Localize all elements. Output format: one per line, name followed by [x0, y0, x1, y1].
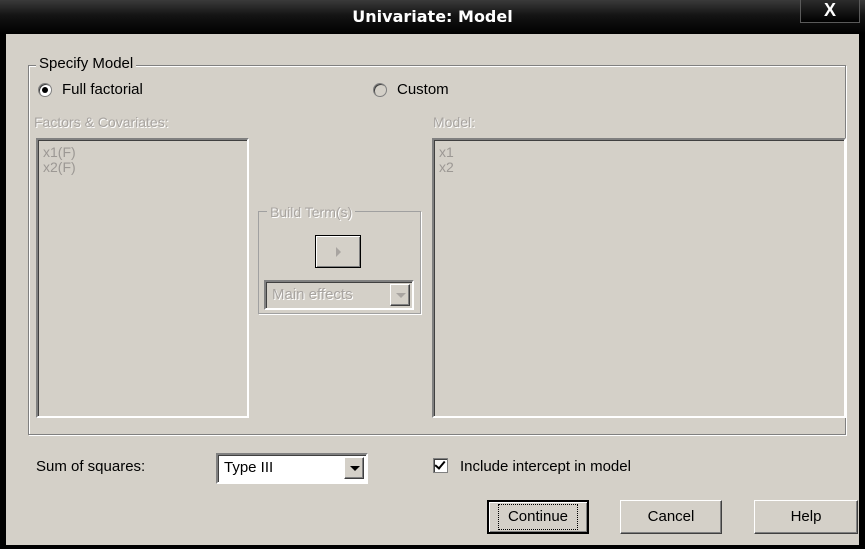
chevron-down-icon[interactable]	[344, 457, 364, 479]
window-frame-bottom	[0, 545, 865, 549]
factors-covariates-list[interactable]: x1(F) x2(F)	[36, 138, 249, 418]
window-frame-left	[0, 34, 6, 549]
close-button[interactable]: X	[800, 0, 860, 23]
sum-of-squares-label: Sum of squares:	[36, 458, 146, 475]
help-button[interactable]: Help	[754, 500, 858, 534]
build-term-type-select[interactable]: Main effects	[264, 280, 414, 310]
custom-radio[interactable]	[373, 83, 387, 97]
custom-label[interactable]: Custom	[397, 81, 449, 98]
dialog-title: Univariate: Model	[352, 7, 513, 26]
list-item[interactable]: x1	[434, 145, 844, 160]
build-term-type-value: Main effects	[272, 286, 353, 303]
specify-model-legend: Specify Model	[36, 55, 137, 72]
model-list[interactable]: x1 x2	[432, 138, 846, 418]
factors-covariates-label: Factors & Covariates:	[34, 114, 169, 130]
title-bar[interactable]: Univariate: Model X	[0, 0, 865, 34]
univariate-model-dialog: Univariate: Model X Specify Model Full f…	[0, 0, 865, 549]
build-terms-legend: Build Term(s)	[267, 204, 356, 220]
chevron-down-icon[interactable]	[390, 284, 410, 306]
sum-of-squares-select[interactable]: Type III	[216, 453, 368, 484]
sum-of-squares-value: Type III	[224, 459, 274, 476]
model-label: Model:	[433, 114, 476, 130]
cancel-button[interactable]: Cancel	[620, 500, 722, 534]
continue-button[interactable]: Continue	[487, 500, 589, 534]
full-factorial-radio[interactable]	[38, 83, 52, 97]
window-frame-right	[859, 34, 865, 549]
full-factorial-label[interactable]: Full factorial	[62, 81, 143, 98]
list-item[interactable]: x2(F)	[38, 160, 247, 175]
continue-label: Continue	[497, 504, 579, 530]
list-item[interactable]: x2	[434, 160, 844, 175]
include-intercept-label[interactable]: Include intercept in model	[460, 458, 631, 475]
include-intercept-checkbox[interactable]	[433, 458, 448, 473]
list-item[interactable]: x1(F)	[38, 145, 247, 160]
move-to-model-button[interactable]	[315, 235, 361, 268]
